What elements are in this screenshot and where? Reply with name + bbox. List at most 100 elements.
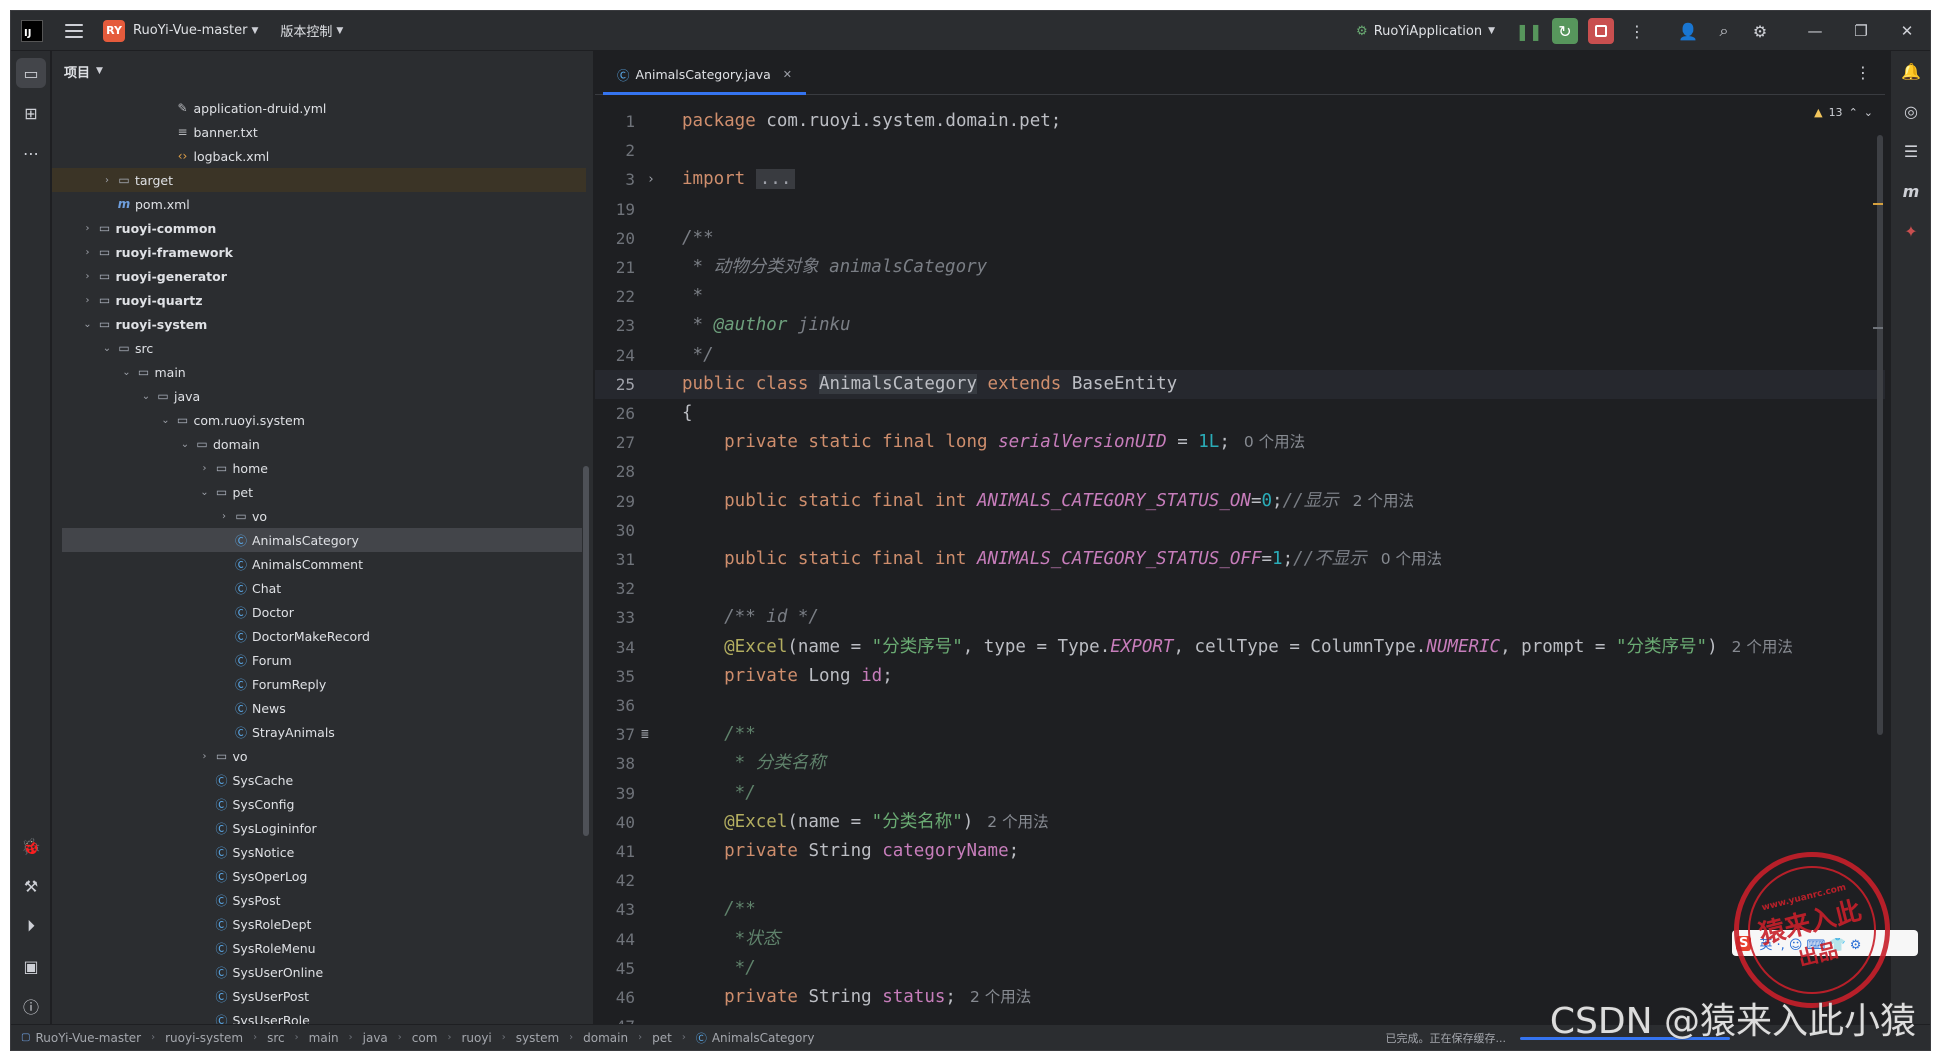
code-line[interactable]: 33 /** id */ — [595, 603, 1885, 632]
chevron-down-icon[interactable]: ⌄ — [158, 415, 174, 426]
error-stripe-mark[interactable] — [1873, 327, 1883, 329]
tree-node[interactable]: Ⓒ News — [52, 696, 586, 720]
chevron-right-icon[interactable]: › — [197, 463, 213, 474]
code-line[interactable]: 45 */ — [595, 954, 1885, 983]
terminal-tool-button[interactable]: ▣ — [11, 946, 51, 986]
tree-node[interactable]: ⌄ ▭ domain — [52, 432, 586, 456]
stop-button[interactable] — [1588, 18, 1614, 44]
code-line[interactable]: 25 public class AnimalsCategory extends B… — [595, 369, 1885, 399]
breadcrumb-item[interactable]: RuoYi-Vue-master — [35, 1031, 141, 1045]
usage-hint[interactable]: 0 个用法 — [1244, 433, 1305, 451]
settings-gear-icon[interactable]: ⚙ — [1747, 18, 1773, 44]
code-line[interactable]: 23 * @author jinku — [595, 311, 1885, 340]
code-line[interactable]: 40 @Excel(name = "分类名称") 2 个用法 — [595, 808, 1885, 837]
add-user-icon[interactable]: 👤 — [1675, 18, 1701, 44]
tree-node[interactable]: Ⓒ SysOperLog — [52, 864, 586, 888]
close-tab-icon[interactable]: ✕ — [783, 68, 792, 81]
services-tool-button[interactable]: ⏵ — [11, 906, 51, 946]
tree-node[interactable]: › ▭ ruoyi-generator — [52, 264, 586, 288]
usage-hint[interactable]: 0 个用法 — [1381, 550, 1442, 568]
code-line[interactable]: 2 — [595, 136, 1885, 165]
project-tree-scrollbar[interactable] — [583, 466, 589, 836]
breadcrumb-item[interactable]: ruoyi-system — [165, 1031, 243, 1045]
tree-node[interactable]: ✎ application-druid.yml — [52, 96, 586, 120]
chevron-right-icon[interactable]: › — [80, 271, 96, 282]
tree-node[interactable]: ⌄ ▭ ruoyi-system — [52, 312, 586, 336]
tree-node[interactable]: Ⓒ SysCache — [52, 768, 586, 792]
chevron-down-icon[interactable]: ⌄ — [177, 439, 193, 450]
code-line[interactable]: 24 */ — [595, 341, 1885, 370]
tree-node[interactable]: Ⓒ Chat — [52, 576, 586, 600]
code-line[interactable]: 41 private String categoryName; — [595, 837, 1885, 866]
more-actions-icon[interactable]: ⋮ — [1624, 18, 1650, 44]
tree-node[interactable]: Ⓒ SysPost — [52, 888, 586, 912]
close-window-button[interactable]: ✕ — [1884, 22, 1930, 40]
tree-node[interactable]: Ⓒ AnimalsCategory — [62, 528, 582, 552]
breadcrumb-item[interactable]: pet — [652, 1031, 672, 1045]
run-config-selector[interactable]: ⚙ RuoYiApplication ▼ — [1356, 24, 1495, 39]
tree-node[interactable]: m pom.xml — [52, 192, 586, 216]
code-line[interactable]: 42 — [595, 866, 1885, 895]
code-line[interactable]: 31 public static final int ANIMALS_CATEG… — [595, 545, 1885, 574]
project-switcher[interactable]: RuoYi-Vue-master ▼ — [133, 23, 258, 38]
usage-hint[interactable]: 2 个用法 — [987, 813, 1048, 831]
code-line[interactable]: 28 — [595, 457, 1885, 486]
chevron-down-icon[interactable]: ⌄ — [99, 343, 115, 354]
code-line[interactable]: 37 ≣ /** — [595, 720, 1885, 749]
build-tool-button[interactable]: ⚒ — [11, 866, 51, 906]
usage-hint[interactable]: 2 个用法 — [1353, 492, 1414, 510]
pause-icon[interactable]: ❚❚ — [1516, 18, 1543, 44]
ai-assistant-button[interactable]: ◎ — [1891, 91, 1930, 131]
problems-tool-button[interactable]: ⓘ — [11, 986, 51, 1026]
tree-node[interactable]: › ▭ vo — [52, 504, 586, 528]
chevron-right-icon[interactable]: › — [80, 223, 96, 234]
database-button[interactable]: ☰ — [1891, 131, 1930, 171]
tree-node[interactable]: ‹› logback.xml — [52, 144, 586, 168]
chevron-right-icon[interactable]: › — [216, 511, 232, 522]
vcs-menu[interactable]: 版本控制 ▼ — [280, 21, 343, 40]
tab-more-icon[interactable]: ⋮ — [1855, 63, 1871, 82]
tree-node[interactable]: Ⓒ DoctorMakeRecord — [52, 624, 586, 648]
tree-node[interactable]: Ⓒ SysNotice — [52, 840, 586, 864]
error-stripe-mark[interactable] — [1873, 203, 1883, 205]
tree-node[interactable]: Ⓒ SysUserOnline — [52, 960, 586, 984]
usage-hint[interactable]: 2 个用法 — [970, 988, 1031, 1006]
rerun-button[interactable]: ↻ — [1552, 18, 1578, 44]
breadcrumb-item[interactable]: system — [516, 1031, 559, 1045]
tree-node[interactable]: › ▭ home — [52, 456, 586, 480]
chevron-right-icon[interactable]: › — [197, 751, 213, 762]
tree-node[interactable]: › ▭ ruoyi-common — [52, 216, 586, 240]
tree-node[interactable]: Ⓒ SysConfig — [52, 792, 586, 816]
project-badge[interactable]: RY — [103, 19, 125, 42]
tree-node[interactable]: Ⓒ SysLogininfor — [52, 816, 586, 840]
tree-node[interactable]: › ▭ vo — [52, 744, 586, 768]
code-line[interactable]: 38 * 分类名称 — [595, 749, 1885, 778]
code-line[interactable]: 1 package com.ruoyi.system.domain.pet; — [595, 107, 1885, 136]
code-line[interactable]: 43 /** — [595, 895, 1885, 924]
tree-node[interactable]: ⌄ ▭ pet — [52, 480, 586, 504]
debug-tool-button[interactable]: 🐞 — [11, 826, 51, 866]
code-line[interactable]: 29 public static final int ANIMALS_CATEG… — [595, 487, 1885, 516]
tree-node[interactable]: Ⓒ SysRoleMenu — [52, 936, 586, 960]
usage-hint[interactable]: 2 个用法 — [1732, 638, 1793, 656]
breadcrumb-item[interactable]: domain — [583, 1031, 628, 1045]
breadcrumb-item[interactable]: java — [363, 1031, 388, 1045]
chevron-down-icon[interactable]: ⌄ — [80, 319, 96, 330]
code-line[interactable]: 39 */ — [595, 779, 1885, 808]
chevron-down-icon[interactable]: ⌄ — [119, 367, 135, 378]
tree-node[interactable]: ≡ banner.txt — [52, 120, 586, 144]
breadcrumb-item[interactable]: src — [267, 1031, 285, 1045]
search-icon[interactable]: ⌕ — [1711, 18, 1737, 44]
tab-animals-category[interactable]: Ⓒ AnimalsCategory.java ✕ — [603, 57, 806, 95]
project-panel-header[interactable]: 项目 ▼ — [52, 51, 593, 91]
code-line[interactable]: 32 — [595, 574, 1885, 603]
mybatis-button[interactable]: ✦ — [1891, 211, 1930, 251]
tree-node[interactable]: Ⓒ Doctor — [52, 600, 586, 624]
code-line[interactable]: 20 /** — [595, 224, 1885, 253]
chevron-right-icon[interactable]: › — [80, 295, 96, 306]
tree-node[interactable]: ⌄ ▭ main — [52, 360, 586, 384]
structure-tool-button[interactable]: ⊞ — [11, 93, 51, 133]
code-line[interactable]: 35 private Long id; — [595, 662, 1885, 691]
chevron-down-icon[interactable]: ⌄ — [138, 391, 154, 402]
code-line[interactable]: 26 { — [595, 399, 1885, 428]
